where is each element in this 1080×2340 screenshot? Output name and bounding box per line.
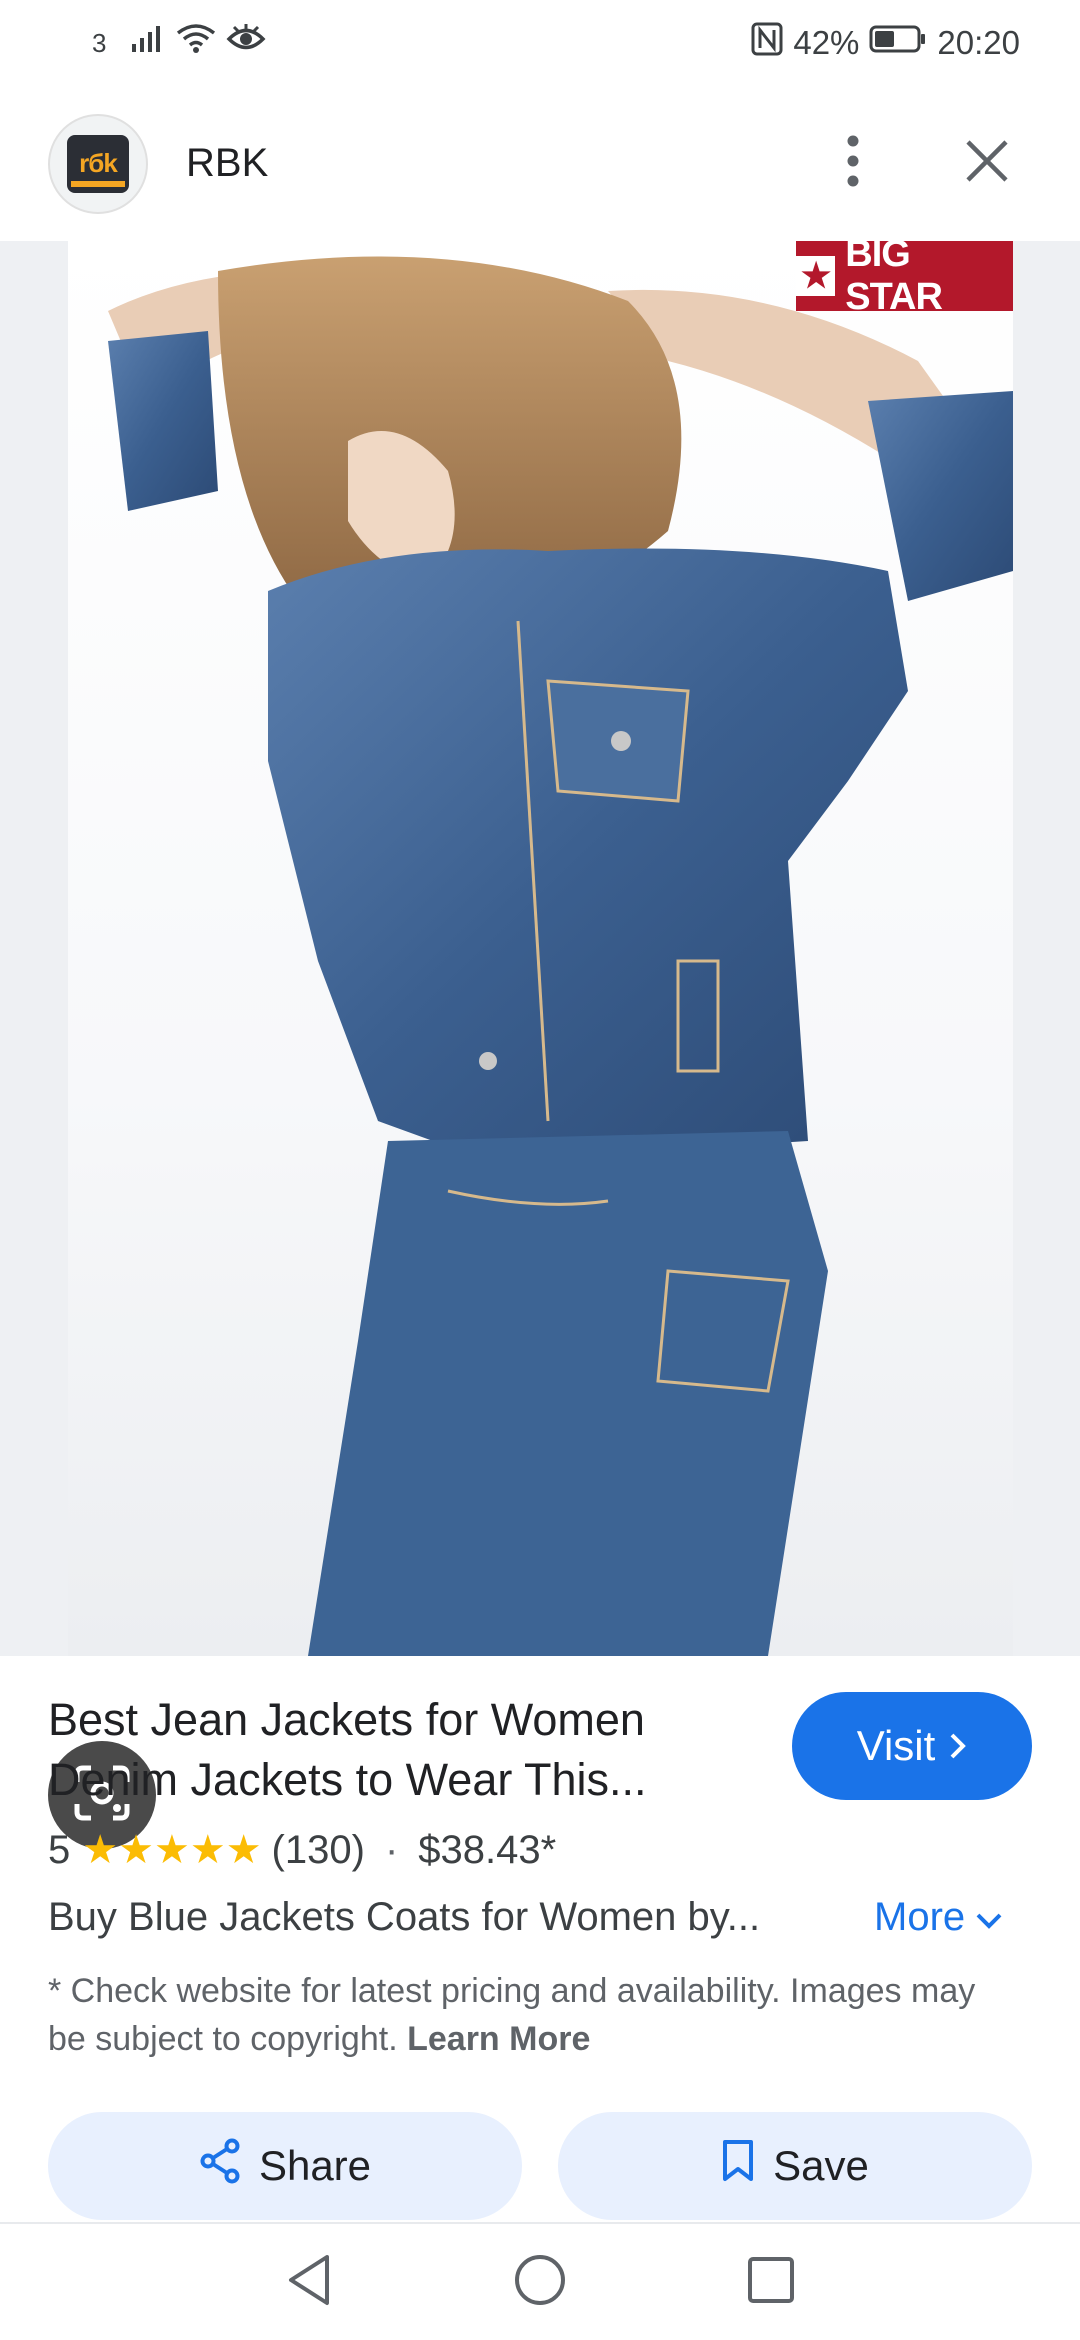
star-icon: ★ [225,1828,262,1872]
disclaimer: * Check website for latest pricing and a… [48,1967,1008,2063]
visit-button[interactable]: Visit [792,1692,1032,1800]
image-viewer: ★ BIG STAR [0,241,1080,1849]
star-icon: ★ [118,1828,154,1872]
back-icon[interactable] [285,2253,333,2312]
more-options-button[interactable] [808,119,898,209]
star-icon: ★ [153,1828,190,1872]
battery-percent: 42% [793,24,860,61]
brand-badge: ★ BIG STAR [796,241,1013,318]
bookmark-icon [721,2139,755,2193]
visit-label: Visit [856,1722,936,1769]
price: $38.43* [418,1827,557,1872]
rating-stars: ★ ★ ★ ★ ★ [82,1830,261,1870]
more-button[interactable]: More [874,1895,1003,1940]
separator-dot: · [384,1827,399,1872]
chevron-down-icon [975,1895,1003,1940]
save-button[interactable]: Save [558,2112,1032,2220]
clock: 20:20 [937,24,1020,61]
battery-icon [869,24,927,62]
sim-number: 3 [92,27,107,58]
share-button[interactable]: Share [48,2112,522,2220]
share-label: Share [258,2142,372,2189]
more-label: More [874,1895,966,1939]
status-left: 3 [92,23,266,63]
site-name[interactable]: RBK [186,141,268,186]
site-logo[interactable]: rбk [48,113,148,214]
product-description: Buy Blue Jackets Coats for Women by... [48,1895,761,1939]
save-label: Save [773,2142,869,2189]
denim-jacket-photo [108,256,1013,1656]
learn-more-link[interactable]: Learn More [407,2020,590,2058]
result-header: rбk RBK [0,86,1080,241]
share-icon [199,2138,241,2194]
close-button[interactable] [942,119,1032,209]
product-title[interactable]: Best Jean Jackets for Women Denim Jacket… [48,1690,748,1810]
status-bar: 3 42% 20:20 [0,0,1080,86]
star-icon: ★ [189,1828,226,1872]
recents-icon[interactable] [747,2256,795,2309]
more-vert-icon [846,135,860,192]
rating-row: 5 ★ ★ ★ ★ ★ (130) · $38.43* [48,1822,556,1878]
review-count: (130) [271,1827,365,1872]
home-icon[interactable] [513,2253,567,2312]
wifi-icon [176,23,216,63]
status-right: 42% 20:20 [751,22,1020,64]
star-icon: ★ [82,1828,119,1872]
rating-value: 5 [48,1827,71,1872]
star-logo-icon: ★ [796,256,836,296]
site-logo-mark: rбk [67,134,129,193]
eye-icon [226,24,266,62]
brand-badge-text: BIG STAR [845,241,943,318]
nfc-icon [751,22,783,64]
close-icon [965,139,1009,188]
product-image[interactable]: ★ BIG STAR [68,241,1013,1656]
signal-icon [130,24,166,62]
system-nav-bar [0,2222,1080,2340]
site-logo-text: rбk [79,148,118,178]
chevron-right-icon [949,1722,967,1770]
